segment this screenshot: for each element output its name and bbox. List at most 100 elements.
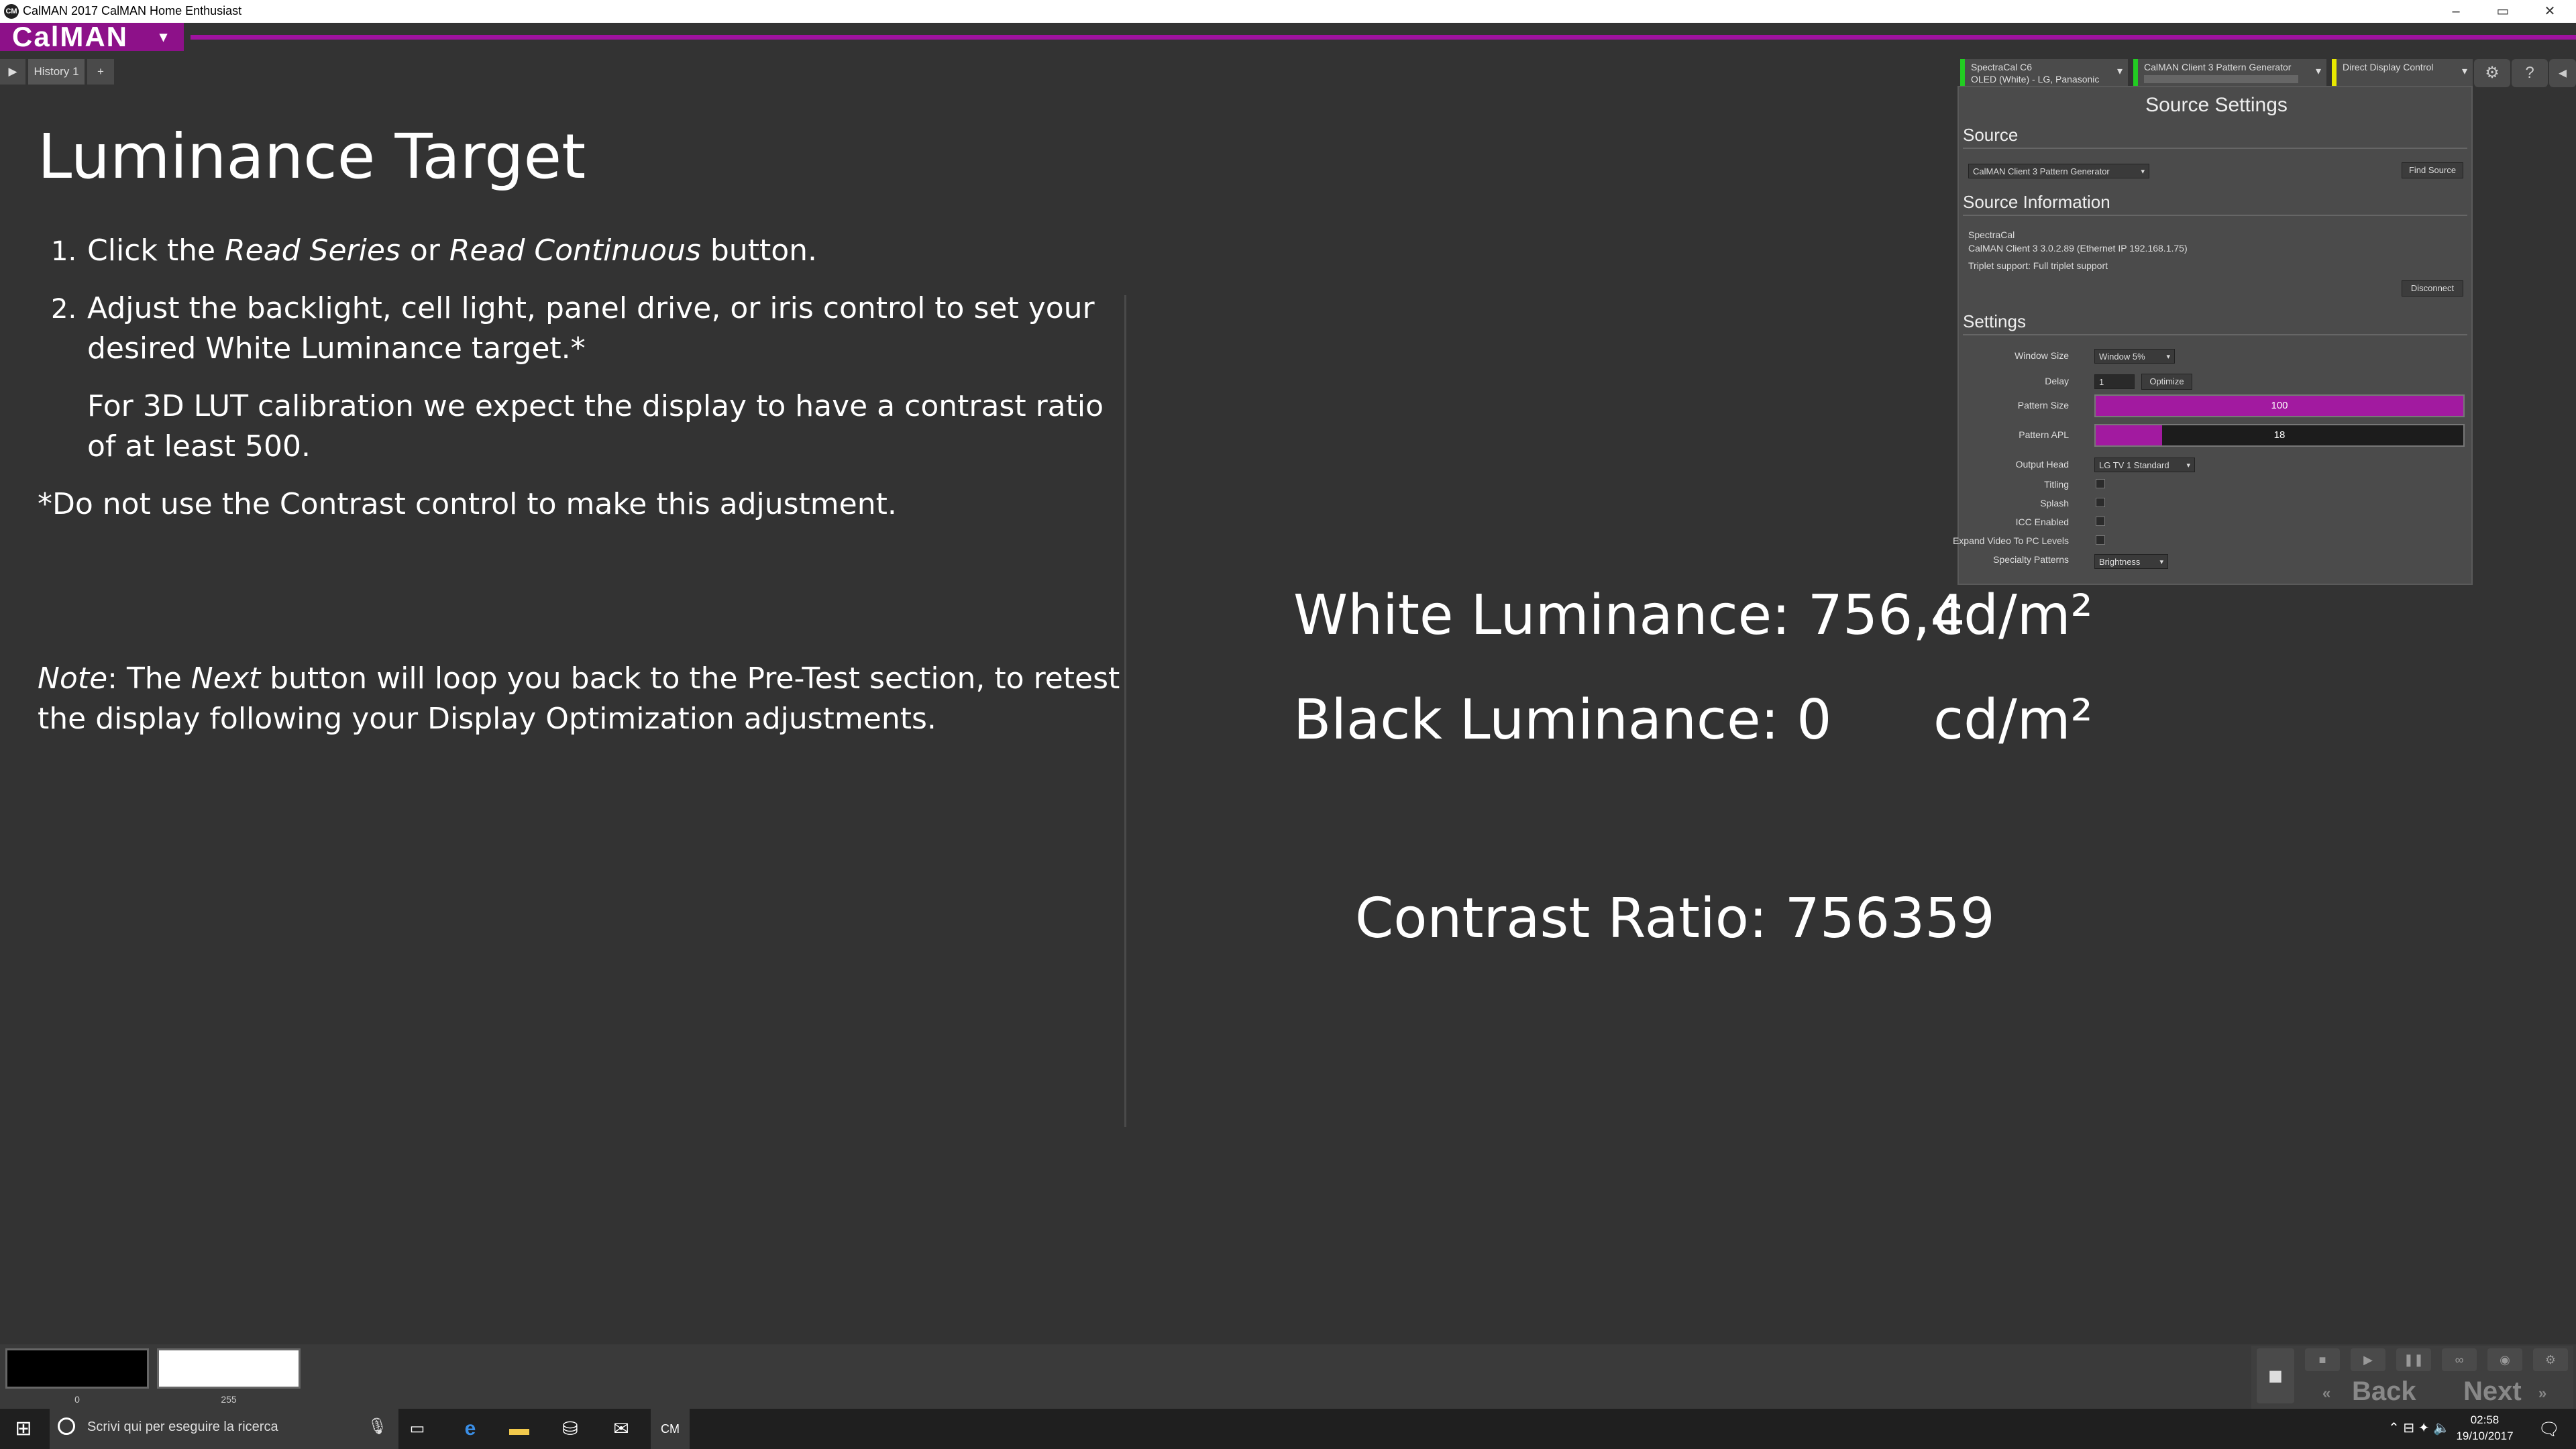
calman-menu-button[interactable]: CalMAN ▾ (0, 23, 184, 51)
help-icon[interactable]: ? (2512, 59, 2548, 87)
expand-video-checkbox[interactable] (2096, 535, 2105, 545)
play-icon[interactable]: ▶ (0, 59, 25, 85)
stop-read-icon[interactable]: ■ (2305, 1348, 2340, 1371)
stop-icon[interactable]: ■ (2257, 1348, 2294, 1403)
read-series-ref: Read Series (225, 233, 400, 268)
read-continuous-ref: Read Continuous (449, 233, 701, 268)
splash-checkbox[interactable] (2096, 498, 2105, 507)
step-text: button. (700, 233, 817, 268)
microphone-icon[interactable]: 🎙 (368, 1417, 388, 1436)
step-2-line-1: Adjust the backlight, cell light, panel … (87, 291, 1095, 325)
window-title-bar: CM CalMAN 2017 CalMAN Home Enthusiast – … (0, 0, 2576, 23)
settings-section-title: Settings (1963, 311, 2026, 331)
note-text: button will loop you back to the Pre-Tes… (260, 661, 1120, 696)
notifications-icon[interactable]: 🗨 (2529, 1409, 2569, 1449)
panel-title: Source Settings (2145, 94, 2288, 116)
expand-video-label: Expand Video To PC Levels (1952, 535, 2069, 546)
divider (1963, 215, 2467, 216)
black-luminance-readout: Black Luminance: 0 (1293, 688, 1832, 752)
taskbar-search[interactable]: Scrivi qui per eseguire la ricerca 🎙 (50, 1409, 398, 1449)
icc-enabled-checkbox[interactable] (2096, 517, 2105, 526)
pattern-apl-slider[interactable]: 18 (2094, 424, 2465, 447)
chevron-down-icon: ▾ (2461, 66, 2467, 77)
delay-input[interactable]: 1 (2094, 374, 2135, 389)
continuous-read-icon[interactable]: ∞ (2442, 1348, 2477, 1371)
history-tabs: ▶ History 1 + (0, 59, 537, 85)
source-selector[interactable]: CalMAN Client 3 Pattern Generator ▾ (2133, 59, 2326, 87)
window-size-value: Window 5% (2099, 352, 2145, 362)
minimize-icon[interactable]: – (2432, 0, 2479, 23)
optimize-button[interactable]: Optimize (2141, 374, 2192, 390)
white-luminance-unit: cd/m² (1933, 584, 2093, 647)
specialty-patterns-select[interactable]: Brightness ▾ (2094, 554, 2168, 569)
gear-icon[interactable]: ⚙ (2474, 59, 2510, 87)
white-swatch[interactable] (157, 1348, 301, 1389)
panel-divider (1124, 295, 1126, 1127)
pattern-size-slider[interactable]: 100 (2094, 394, 2465, 417)
status-indicator (2332, 59, 2337, 87)
restore-icon[interactable]: ▭ (2479, 0, 2526, 23)
settings-icon[interactable]: ⚙ (2533, 1348, 2568, 1371)
source-section-title: Source (1963, 125, 2019, 145)
play-icon[interactable]: ▶ (2351, 1348, 2385, 1371)
specialty-patterns-value: Brightness (2099, 557, 2141, 567)
status-indicator (2133, 59, 2138, 87)
close-icon[interactable]: ✕ (2526, 0, 2573, 23)
find-source-button[interactable]: Find Source (2402, 162, 2463, 178)
windows-start-icon[interactable]: ⊞ (0, 1409, 47, 1449)
back-arrow-icon[interactable]: ◂ (2549, 59, 2576, 87)
source-select[interactable]: CalMAN Client 3 Pattern Generator ▾ (1968, 164, 2149, 178)
clock-time[interactable]: 02:58 (2458, 1413, 2512, 1428)
window-size-select[interactable]: Window 5% ▾ (2094, 349, 2175, 364)
icc-enabled-label: ICC Enabled (2015, 517, 2069, 527)
disconnect-button[interactable]: Disconnect (2402, 280, 2463, 297)
record-icon[interactable]: ◉ (2487, 1348, 2522, 1371)
app-icon: CM (4, 4, 19, 19)
edge-icon[interactable]: e (453, 1409, 487, 1449)
tab-history-1[interactable]: History 1 (28, 59, 85, 85)
source-info-triplet: Triplet support: Full triplet support (1968, 260, 2108, 271)
clock-date[interactable]: 19/10/2017 (2451, 1429, 2518, 1444)
titling-checkbox[interactable] (2096, 479, 2105, 488)
mail-icon[interactable]: ✉ (604, 1409, 639, 1449)
meter-selector[interactable]: SpectraCal C6 OLED (White) - LG, Panason… (1960, 59, 2128, 87)
splash-label: Splash (2040, 498, 2069, 508)
source-progress (2144, 75, 2298, 83)
calman-taskbar-icon[interactable]: CM (651, 1409, 690, 1449)
file-explorer-icon[interactable]: ▬ (502, 1409, 537, 1449)
white-luminance-readout: White Luminance: 756,4 (1293, 584, 1966, 647)
chevron-down-icon: ▾ (2315, 66, 2321, 77)
note-line-2: the display following your Display Optim… (38, 702, 936, 736)
search-icon (58, 1417, 75, 1435)
chevron-down-icon: ▾ (2141, 168, 2145, 176)
logo-text: CalMAN (12, 21, 129, 52)
store-icon[interactable]: ⛁ (553, 1409, 588, 1449)
source-name: CalMAN Client 3 Pattern Generator (2144, 62, 2292, 72)
step-1-text: Click the Read Series or Read Continuous… (87, 231, 817, 271)
page-title: Luminance Target (38, 121, 586, 193)
black-luminance-unit: cd/m² (1933, 688, 2093, 752)
meter-profile: OLED (White) - LG, Panasonic (1971, 74, 2100, 85)
back-button[interactable]: Back (2352, 1377, 2416, 1407)
task-view-icon[interactable]: ▭ (402, 1409, 432, 1449)
next-button[interactable]: Next (2463, 1377, 2522, 1407)
chevron-down-icon: ▾ (2166, 353, 2170, 361)
output-head-select[interactable]: LG TV 1 Standard ▾ (2094, 458, 2195, 472)
chevron-down-icon: ▾ (2116, 66, 2123, 77)
black-swatch[interactable] (5, 1348, 149, 1389)
logo-bar: CalMAN ▾ (0, 23, 2576, 52)
contrast-ratio-readout: Contrast Ratio: 756359 (1355, 887, 1995, 951)
lut-note-line-1: For 3D LUT calibration we expect the dis… (87, 389, 1104, 423)
chevron-down-icon: ▾ (160, 28, 169, 45)
pause-icon[interactable]: ❚❚ (2396, 1348, 2431, 1371)
step-text: or (400, 233, 449, 268)
titling-label: Titling (2044, 479, 2069, 490)
pattern-size-value: 100 (2271, 400, 2288, 411)
display-control-selector[interactable]: Direct Display Control ▾ (2332, 59, 2473, 87)
back-arrow-icon: « (2322, 1385, 2331, 1401)
add-tab-button[interactable]: + (87, 59, 114, 85)
pattern-apl-label: Pattern APL (2019, 429, 2069, 440)
chevron-down-icon: ▾ (2159, 558, 2163, 566)
lut-note-line-2: of at least 500. (87, 429, 311, 464)
next-arrow-icon: » (2538, 1385, 2547, 1401)
